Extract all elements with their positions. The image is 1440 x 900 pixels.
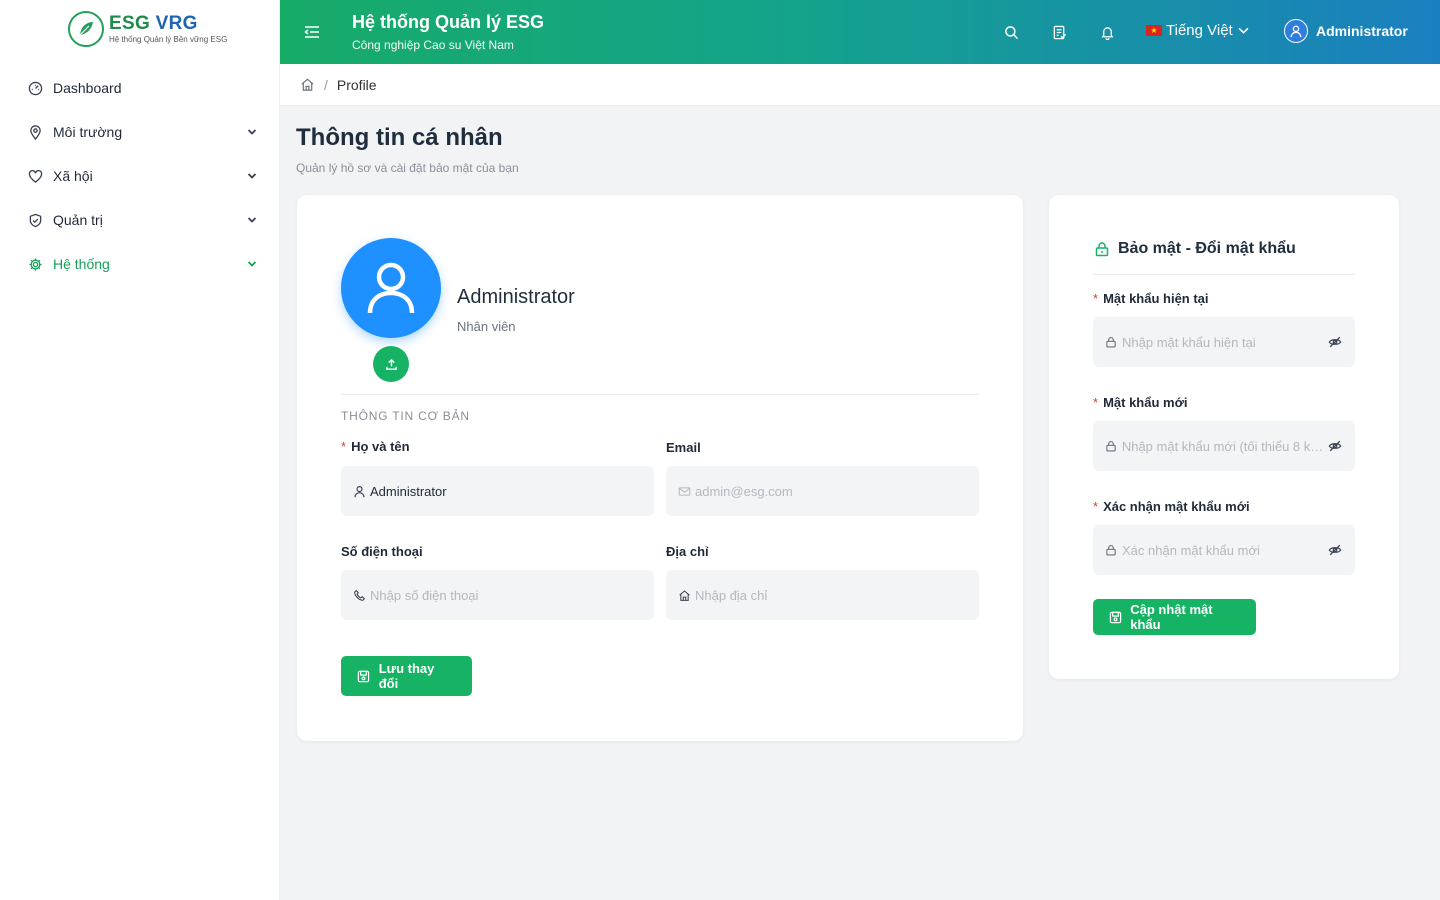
phone-placeholder: Nhập số điện thoại [370, 587, 479, 603]
fullname-value: Administrator [370, 483, 447, 499]
chevron-down-icon [246, 258, 258, 270]
divider [1093, 274, 1355, 275]
confirm-password-field[interactable]: Xác nhận mật khẩu mới [1093, 525, 1355, 575]
heart-icon [27, 168, 43, 184]
profile-role: Nhân viên [457, 319, 516, 334]
mail-icon [677, 484, 691, 498]
sidebar-item-environment[interactable]: Môi trường [0, 110, 280, 154]
phone-icon [352, 588, 366, 602]
user-name: Administrator [1316, 23, 1408, 39]
required-marker: * [1093, 291, 1099, 306]
shield-check-icon [27, 212, 43, 228]
logo-subtitle: Hệ thống Quản lý Bền vững ESG [109, 34, 228, 44]
address-placeholder: Nhập địa chỉ [695, 587, 768, 603]
update-password-button[interactable]: Cập nhật mật khẩu [1093, 599, 1256, 635]
sidebar-item-label: Hệ thống [53, 256, 110, 272]
chevron-down-icon [246, 170, 258, 182]
current-password-label: * Mật khẩu hiện tại [1093, 291, 1209, 306]
section-label: THÔNG TIN CƠ BẢN [341, 409, 470, 423]
fullname-field[interactable]: Administrator [341, 466, 654, 516]
security-title: Bảo mật - Đổi mật khẩu [1093, 240, 1296, 258]
address-label: Địa chỉ [666, 544, 709, 559]
confirm-password-placeholder: Xác nhận mật khẩu mới [1122, 542, 1260, 558]
new-password-placeholder: Nhập mật khẩu mới (tối thiểu 8 ký... [1121, 438, 1325, 454]
security-card: Bảo mật - Đổi mật khẩu * Mật khẩu hiện tạ… [1049, 195, 1399, 679]
sidebar-item-dashboard[interactable]: Dashboard [0, 66, 280, 110]
sidebar-item-governance[interactable]: Quản trị [0, 198, 280, 242]
upload-icon [385, 358, 398, 371]
logo-title: ESG VRG [109, 12, 198, 34]
page-subtitle: Quản lý hồ sơ và cài đặt bảo mật của bạn [296, 161, 519, 175]
divider [341, 394, 979, 395]
leaf-logo-icon [68, 11, 104, 47]
phone-field[interactable]: Nhập số điện thoại [341, 570, 654, 620]
language-select[interactable]: ★ Tiếng Việt [1146, 22, 1249, 39]
page-title: Thông tin cá nhân [296, 124, 503, 151]
required-marker: * [1093, 499, 1099, 514]
save-icon [357, 669, 371, 683]
sidebar-item-label: Xã hội [53, 168, 93, 184]
language-label: Tiếng Việt [1166, 22, 1233, 39]
profile-card: Administrator Nhân viên THÔNG TIN CƠ BẢN… [297, 195, 1023, 741]
lock-icon [1104, 543, 1118, 557]
email-placeholder: admin@esg.com [695, 483, 793, 499]
new-password-field[interactable]: Nhập mật khẩu mới (tối thiểu 8 ký... [1093, 421, 1355, 471]
app-subtitle: Công nghiệp Cao su Việt Nam [352, 38, 514, 52]
chevron-down-icon [1238, 25, 1249, 36]
update-password-label: Cập nhật mật khẩu [1130, 602, 1213, 632]
avatar [341, 238, 441, 338]
email-label: Email [666, 440, 701, 455]
search-icon[interactable] [1002, 23, 1020, 41]
home-icon[interactable] [300, 77, 315, 92]
save-button-label: Lưu thay đổi [378, 661, 435, 691]
menu-toggle-icon[interactable] [303, 23, 321, 41]
user-icon [352, 484, 366, 498]
logo[interactable]: ESG VRG Hệ thống Quản lý Bền vững ESG [68, 11, 227, 47]
profile-name: Administrator [457, 286, 575, 308]
breadcrumb-separator: / [324, 76, 328, 93]
bell-icon[interactable] [1098, 23, 1116, 41]
clipboard-check-icon[interactable] [1050, 23, 1068, 41]
sidebar-item-system[interactable]: Hệ thống [0, 242, 280, 286]
sidebar-item-label: Quản trị [53, 212, 103, 228]
required-marker: * [341, 439, 347, 454]
sidebar-item-label: Dashboard [53, 80, 122, 96]
save-button[interactable]: Lưu thay đổi [341, 656, 472, 696]
new-password-label: * Mật khẩu mới [1093, 395, 1188, 410]
eye-off-icon[interactable] [1327, 542, 1343, 558]
eye-off-icon[interactable] [1327, 334, 1343, 350]
current-password-field[interactable]: Nhập mật khẩu hiện tại [1093, 317, 1355, 367]
chevron-down-icon [246, 214, 258, 226]
home-icon [677, 588, 691, 602]
current-password-placeholder: Nhập mật khẩu hiện tại [1122, 334, 1256, 350]
upload-avatar-button[interactable] [373, 346, 409, 382]
confirm-password-label: * Xác nhận mật khẩu mới [1093, 499, 1250, 514]
gear-icon [27, 256, 43, 272]
lock-icon [1104, 439, 1118, 453]
phone-label: Số điện thoại [341, 544, 423, 559]
sidebar-nav: Dashboard Môi trường Xã hội Quản trị Hệ … [0, 66, 280, 286]
location-pin-icon [27, 124, 43, 140]
sidebar-item-label: Môi trường [53, 124, 123, 140]
fullname-label: * Họ và tên [341, 439, 410, 454]
eye-off-icon[interactable] [1327, 438, 1343, 454]
address-field[interactable]: Nhập địa chỉ [666, 570, 979, 620]
dashboard-icon [27, 80, 43, 96]
user-avatar-icon [1284, 19, 1308, 43]
app-title: Hệ thống Quản lý ESG [352, 12, 545, 32]
breadcrumb-current: Profile [336, 76, 377, 93]
lock-icon [1104, 335, 1118, 349]
breadcrumb: / Profile [280, 64, 1440, 106]
user-menu[interactable]: Administrator [1284, 19, 1408, 43]
email-field[interactable]: admin@esg.com [666, 466, 979, 516]
required-marker: * [1093, 395, 1099, 410]
vietnam-flag-icon: ★ [1146, 25, 1162, 36]
chevron-down-icon [246, 126, 258, 138]
save-icon [1109, 610, 1122, 624]
sidebar-item-social[interactable]: Xã hội [0, 154, 280, 198]
top-header: Hệ thống Quản lý ESG Công nghiệp Cao su … [280, 0, 1440, 64]
sidebar: ESG VRG Hệ thống Quản lý Bền vững ESG Da… [0, 0, 280, 900]
lock-icon [1093, 240, 1111, 258]
